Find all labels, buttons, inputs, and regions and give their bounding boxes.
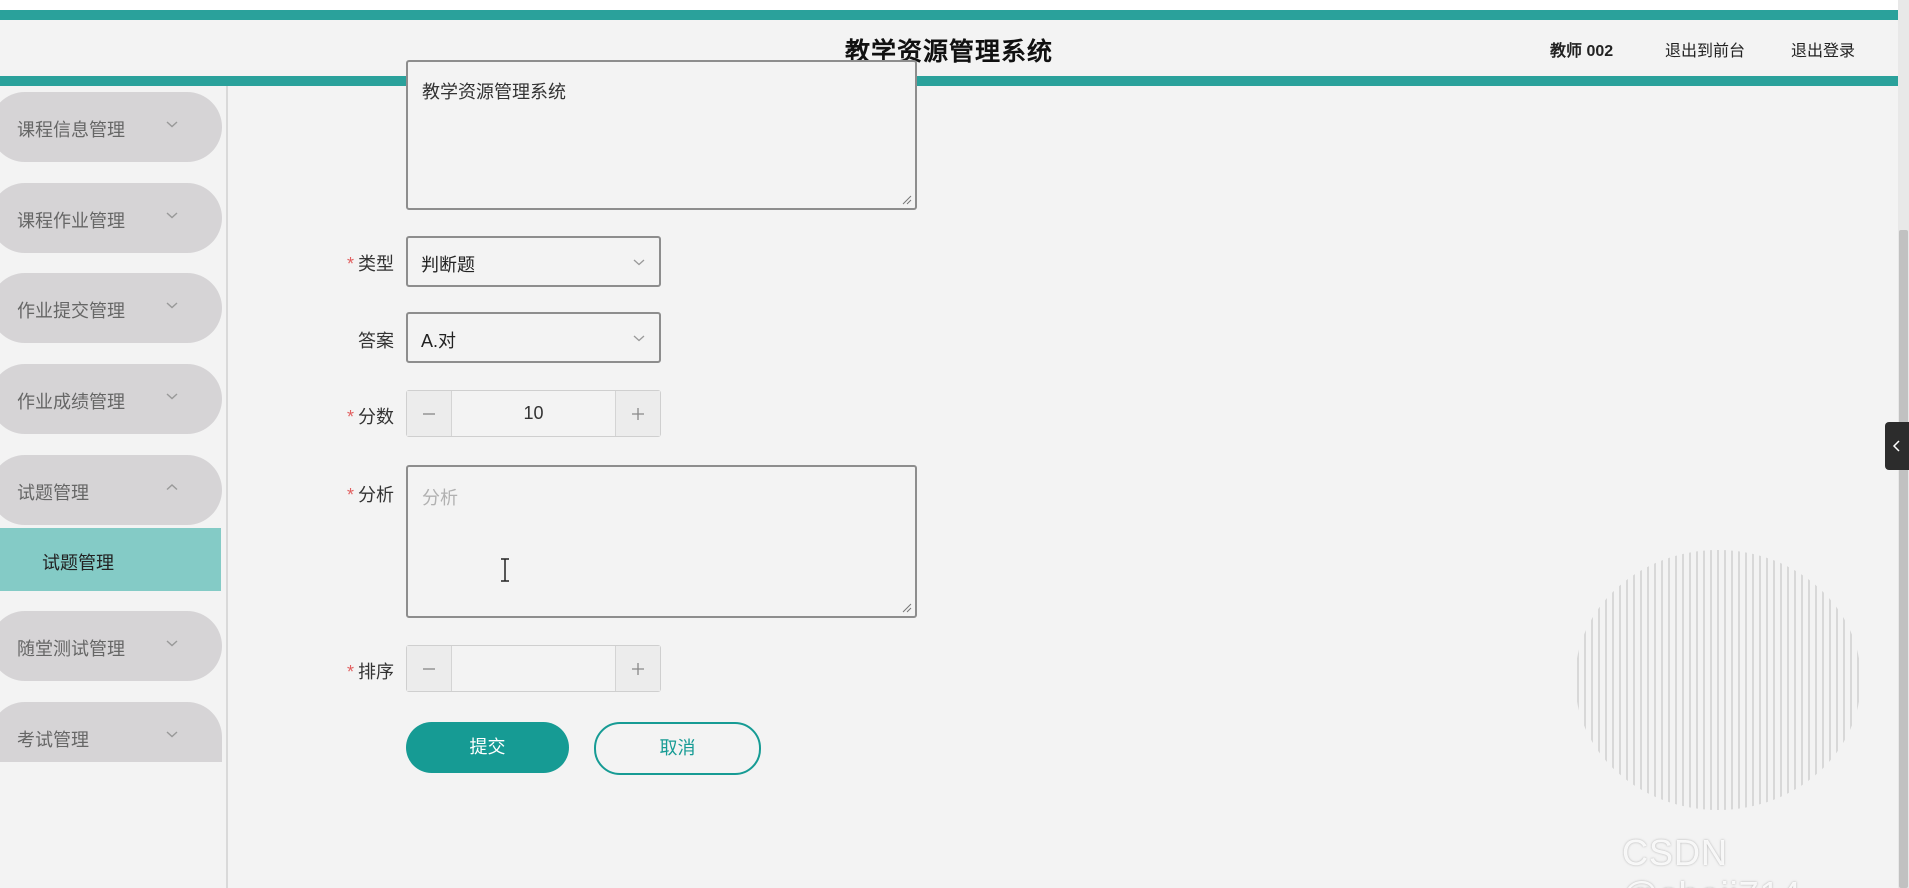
back-to-frontend-link[interactable]: 退出到前台: [1665, 37, 1745, 61]
type-label-text: 类型: [358, 254, 394, 274]
required-mark: *: [346, 485, 354, 505]
sidebar-item-homework-submission[interactable]: 作业提交管理: [0, 273, 222, 343]
sidebar-item-class-tests[interactable]: 随堂测试管理: [0, 611, 222, 681]
score-label: * 分数: [294, 403, 394, 429]
increment-button[interactable]: [615, 646, 660, 691]
score-stepper[interactable]: 10: [406, 390, 661, 437]
sidebar-item-label: 作业成绩管理: [17, 392, 125, 412]
type-select-value: 判断题: [421, 255, 475, 275]
order-label: * 排序: [294, 658, 394, 684]
minus-icon: [423, 412, 435, 415]
sidebar-item-label: 课程信息管理: [17, 120, 125, 140]
header: 教学资源管理系统 教师 002 退出到前台 退出登录: [0, 20, 1898, 76]
decrement-button[interactable]: [407, 391, 452, 436]
type-label: * 类型: [294, 250, 394, 276]
score-value[interactable]: 10: [451, 403, 616, 424]
chevron-left-icon: [1892, 440, 1900, 452]
score-label-text: 分数: [358, 407, 394, 427]
order-stepper[interactable]: [406, 645, 661, 692]
chevron-down-icon: [162, 295, 182, 315]
text-cursor-icon: [501, 558, 509, 582]
decorative-stripes: [1577, 550, 1859, 810]
sidebar-subitem-label: 试题管理: [42, 553, 114, 573]
analysis-label-text: 分析: [358, 485, 394, 505]
title-textarea[interactable]: 教学资源管理系统: [406, 60, 917, 210]
sidebar-item-questions[interactable]: 试题管理: [0, 455, 222, 525]
chevron-down-icon: [162, 114, 182, 134]
submit-button[interactable]: 提交: [406, 722, 569, 773]
chevron-down-icon: [162, 724, 182, 744]
plus-icon: [632, 407, 644, 420]
side-panel-toggle[interactable]: [1885, 422, 1909, 470]
increment-button[interactable]: [615, 391, 660, 436]
watermark: CSDN @sheji714: [1622, 832, 1801, 888]
chevron-down-icon: [162, 205, 182, 225]
header-bottom-bar: [0, 76, 1898, 86]
sidebar-item-label: 试题管理: [17, 483, 89, 503]
analysis-textarea[interactable]: 分析: [406, 465, 917, 618]
scrollbar-thumb[interactable]: [1899, 230, 1908, 888]
app-title: 教学资源管理系统: [844, 38, 1053, 66]
resize-handle-icon[interactable]: [900, 193, 912, 205]
plus-icon: [632, 662, 644, 675]
answer-select[interactable]: A.对: [406, 312, 661, 363]
current-user: 教师 002: [1550, 43, 1614, 60]
resize-handle-icon[interactable]: [900, 601, 912, 613]
cancel-button[interactable]: 取消: [594, 722, 761, 775]
title-textarea-value: 教学资源管理系统: [422, 82, 566, 102]
answer-label: 答案: [358, 331, 394, 351]
sidebar-item-course-homework[interactable]: 课程作业管理: [0, 183, 222, 253]
sidebar-item-label: 考试管理: [17, 730, 89, 750]
type-select[interactable]: 判断题: [406, 236, 661, 287]
sidebar-item-course-info[interactable]: 课程信息管理: [0, 92, 222, 162]
app-root: 教学资源管理系统 教师 002 退出到前台 退出登录 课程信息管理 课程作业管理…: [0, 0, 1909, 888]
required-mark: *: [346, 662, 354, 682]
top-strip: [0, 0, 1898, 10]
sidebar-item-label: 作业提交管理: [17, 301, 125, 321]
answer-select-value: A.对: [421, 331, 457, 351]
chevron-down-icon: [633, 335, 645, 342]
logout-link[interactable]: 退出登录: [1791, 37, 1855, 61]
chevron-down-icon: [162, 386, 182, 406]
header-top-bar: [0, 10, 1898, 20]
chevron-down-icon: [162, 633, 182, 653]
analysis-placeholder: 分析: [422, 488, 458, 508]
sidebar: 课程信息管理 课程作业管理 作业提交管理 作业成绩管理 试题管理 试题管理 随堂…: [0, 86, 228, 888]
decrement-button[interactable]: [407, 646, 452, 691]
minus-icon: [423, 667, 435, 670]
chevron-down-icon: [633, 259, 645, 266]
order-label-text: 排序: [358, 662, 394, 682]
sidebar-item-exams[interactable]: 考试管理: [0, 702, 222, 762]
analysis-label: * 分析: [294, 481, 394, 507]
sidebar-subitem-questions[interactable]: 试题管理: [0, 528, 221, 591]
chevron-up-icon: [162, 477, 182, 497]
sidebar-item-label: 随堂测试管理: [17, 639, 125, 659]
sidebar-item-label: 课程作业管理: [17, 211, 125, 231]
required-mark: *: [346, 407, 354, 427]
sidebar-item-homework-grades[interactable]: 作业成绩管理: [0, 364, 222, 434]
required-mark: *: [346, 254, 354, 274]
